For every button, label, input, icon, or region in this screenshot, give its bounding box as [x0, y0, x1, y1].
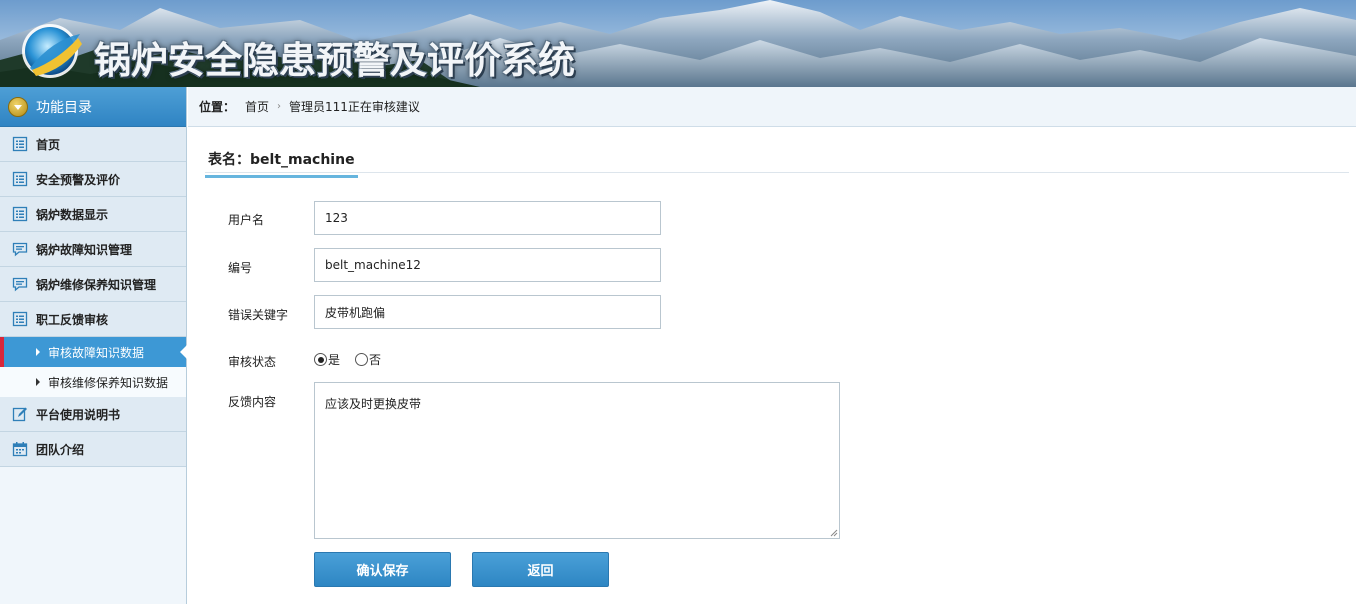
edit-icon [12, 407, 27, 422]
sidebar-item-label: 锅炉数据显示 [36, 207, 109, 222]
sidebar-item-boiler-data[interactable]: 锅炉数据显示 [0, 197, 186, 232]
sidebar-item-label: 锅炉维修保养知识管理 [36, 277, 157, 292]
number-label: 编号 [228, 261, 253, 275]
sidebar-item-safety-warning[interactable]: 安全预警及评价 [0, 162, 186, 197]
logo-globe-icon [22, 24, 82, 78]
sidebar-item-label: 平台使用说明书 [36, 407, 121, 422]
breadcrumb-home-link[interactable]: 首页 [245, 98, 269, 115]
sidebar-item-user-manual[interactable]: 平台使用说明书 [0, 397, 186, 432]
status-yes-radio[interactable] [314, 353, 327, 366]
chevron-down-icon [8, 96, 28, 117]
sidebar-item-label: 锅炉故障知识管理 [36, 242, 133, 257]
sidebar-item-home[interactable]: 首页 [0, 127, 186, 162]
sidebar-subitem-label: 审核故障知识数据 [48, 345, 145, 360]
main-content: 位置： 首页 › 管理员111正在审核建议 表名：belt_machine 用户… [188, 87, 1356, 604]
app-title: 锅炉安全隐患预警及评价系统 [94, 39, 575, 82]
sidebar-item-team[interactable]: 团队介绍 [0, 432, 186, 467]
header-banner: 锅炉安全隐患预警及评价系统 [0, 0, 1356, 87]
calendar-icon [12, 442, 28, 457]
list-icon [12, 171, 28, 187]
sidebar-item-label: 团队介绍 [36, 442, 85, 457]
caret-right-icon [36, 348, 40, 356]
chat-icon [12, 242, 28, 257]
sidebar-item-fault-knowledge[interactable]: 锅炉故障知识管理 [0, 232, 186, 267]
breadcrumb-prefix: 位置： [199, 100, 236, 114]
number-field[interactable] [314, 248, 661, 282]
username-label: 用户名 [228, 213, 265, 227]
feedback-textarea[interactable]: 应该及时更换皮带 [314, 382, 840, 539]
table-title-bar: 表名：belt_machine [205, 149, 1349, 178]
save-button[interactable]: 确认保存 [314, 552, 451, 587]
sidebar-subitem-label: 审核维修保养知识数据 [48, 375, 169, 390]
status-label: 审核状态 [228, 355, 277, 369]
chevron-right-icon: › [277, 101, 282, 112]
list-icon [12, 206, 28, 222]
sidebar-item-feedback-review[interactable]: 职工反馈审核 [0, 302, 186, 337]
sidebar: 功能目录 首页 安全预警及评价 锅炉数据显示 锅炉故障知识管理 锅炉维修保养知识… [0, 87, 187, 604]
caret-right-icon [36, 378, 40, 386]
sidebar-subitem-review-fault-data[interactable]: 审核故障知识数据 [0, 337, 187, 367]
feedback-label: 反馈内容 [228, 395, 277, 409]
sidebar-title: 功能目录 [36, 99, 92, 116]
sidebar-item-label: 首页 [36, 137, 61, 152]
status-yes-label: 是 [328, 353, 341, 367]
username-field[interactable] [314, 201, 661, 235]
chat-icon [12, 277, 28, 292]
table-title: 表名：belt_machine [205, 149, 358, 178]
status-no-label: 否 [369, 353, 382, 367]
resize-grip-icon[interactable] [828, 527, 838, 537]
list-icon [12, 311, 28, 327]
status-radio-group: 是 否 [314, 351, 381, 368]
breadcrumb: 位置： 首页 › 管理员111正在审核建议 [188, 87, 1356, 127]
sidebar-item-label: 职工反馈审核 [36, 312, 109, 327]
sidebar-item-label: 安全预警及评价 [36, 172, 121, 187]
list-icon [12, 136, 28, 152]
sidebar-header[interactable]: 功能目录 [0, 87, 186, 127]
status-no-radio[interactable] [355, 353, 369, 366]
sidebar-item-maintenance-knowledge[interactable]: 锅炉维修保养知识管理 [0, 267, 186, 302]
sidebar-subitem-review-maintenance-data[interactable]: 审核维修保养知识数据 [0, 367, 186, 397]
keyword-field[interactable] [314, 295, 661, 329]
back-button[interactable]: 返回 [472, 552, 609, 587]
breadcrumb-current: 管理员111正在审核建议 [289, 100, 420, 114]
keyword-label: 错误关键字 [228, 308, 289, 322]
